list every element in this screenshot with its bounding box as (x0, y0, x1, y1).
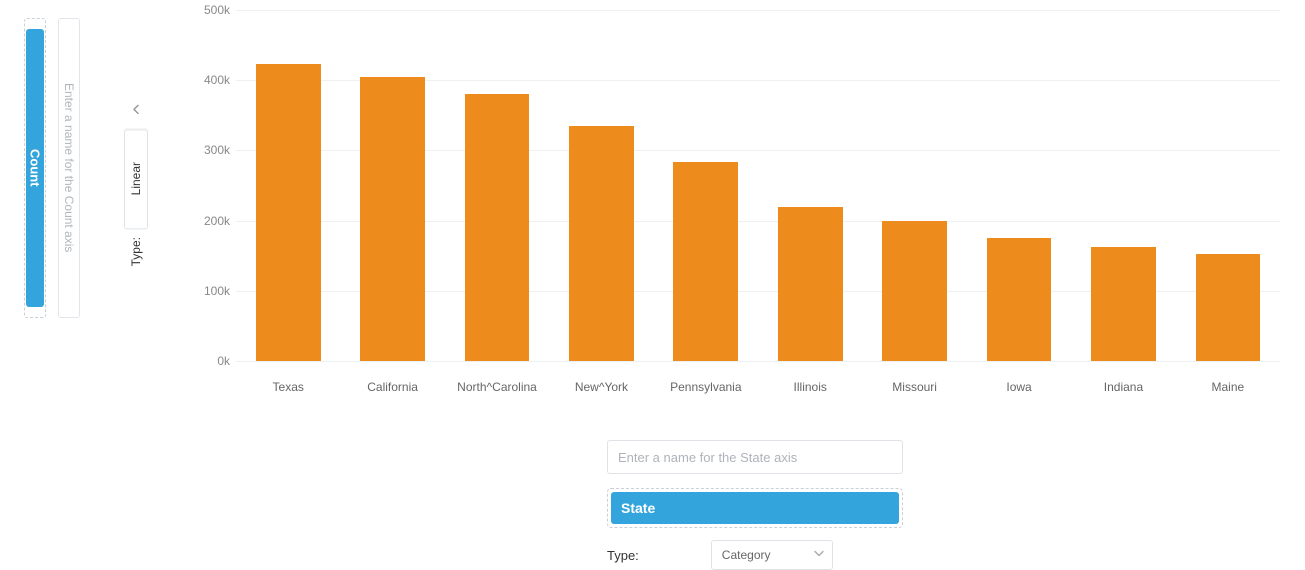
y-tick-label: 0k (190, 354, 230, 368)
bar-slot (862, 10, 966, 361)
x-tick-label: New^York (549, 380, 653, 394)
bar-slot (967, 10, 1071, 361)
x-tick-label: Missouri (862, 380, 966, 394)
y-axis-name-field[interactable] (58, 18, 80, 318)
x-axis-field-pill[interactable]: State (611, 492, 899, 524)
y-tick-label: 200k (190, 214, 230, 228)
x-axis-type-select[interactable]: Category (711, 540, 833, 570)
bar-slot (758, 10, 862, 361)
chevron-right-icon[interactable] (125, 97, 147, 121)
bar[interactable] (360, 77, 425, 361)
x-tick-label: North^Carolina (445, 380, 549, 394)
x-tick-label: Illinois (758, 380, 862, 394)
x-tick-label: California (340, 380, 444, 394)
x-axis-labels: TexasCaliforniaNorth^CarolinaNew^YorkPen… (236, 380, 1280, 394)
y-axis-type-label: Type: (129, 237, 143, 266)
x-tick-label: Pennsylvania (654, 380, 758, 394)
y-tick-label: 300k (190, 143, 230, 157)
y-axis-field-label: Count (28, 149, 43, 187)
bar-slot (445, 10, 549, 361)
y-tick-label: 400k (190, 73, 230, 87)
y-axis-scale-select[interactable]: Linear (124, 129, 148, 229)
bar[interactable] (1196, 254, 1261, 361)
bar[interactable] (465, 94, 530, 361)
bar[interactable] (778, 207, 843, 361)
bar[interactable] (1091, 247, 1156, 361)
bar-slot (549, 10, 653, 361)
y-axis-field-well: Count (24, 18, 80, 318)
x-tick-label: Iowa (967, 380, 1071, 394)
x-axis-type-value: Category (722, 548, 771, 562)
bar-slot (1071, 10, 1175, 361)
y-axis-field-pill[interactable]: Count (26, 29, 44, 307)
y-tick-label: 500k (190, 3, 230, 17)
x-axis-controls: State Type: Category (607, 440, 907, 570)
y-tick-label: 100k (190, 284, 230, 298)
bar[interactable] (882, 221, 947, 361)
x-axis-name-input[interactable] (607, 440, 903, 474)
x-tick-label: Maine (1176, 380, 1280, 394)
bar-slot (1176, 10, 1280, 361)
bar-slot (654, 10, 758, 361)
x-tick-label: Texas (236, 380, 340, 394)
x-axis-type-label: Type: (607, 548, 639, 563)
y-axis-name-input[interactable] (60, 29, 78, 307)
y-axis-scale-value: Linear (129, 162, 143, 195)
bar-slot (236, 10, 340, 361)
y-axis-pill-dropzone[interactable]: Count (24, 18, 46, 318)
bar[interactable] (569, 126, 634, 361)
x-tick-label: Indiana (1071, 380, 1175, 394)
x-axis-field-label: State (621, 500, 655, 516)
bar-chart: 0k100k200k300k400k500k (200, 10, 1280, 372)
y-axis-type-control: Type: Linear (124, 97, 148, 266)
bar-slot (340, 10, 444, 361)
chart-area: 0k100k200k300k400k500k TexasCaliforniaNo… (170, 10, 1280, 394)
bar[interactable] (987, 238, 1052, 361)
x-axis-pill-dropzone[interactable]: State (607, 488, 903, 528)
bars (236, 10, 1280, 361)
bar[interactable] (673, 162, 738, 361)
gridline (236, 361, 1280, 362)
bar[interactable] (256, 64, 321, 361)
chevron-down-icon (814, 550, 824, 561)
